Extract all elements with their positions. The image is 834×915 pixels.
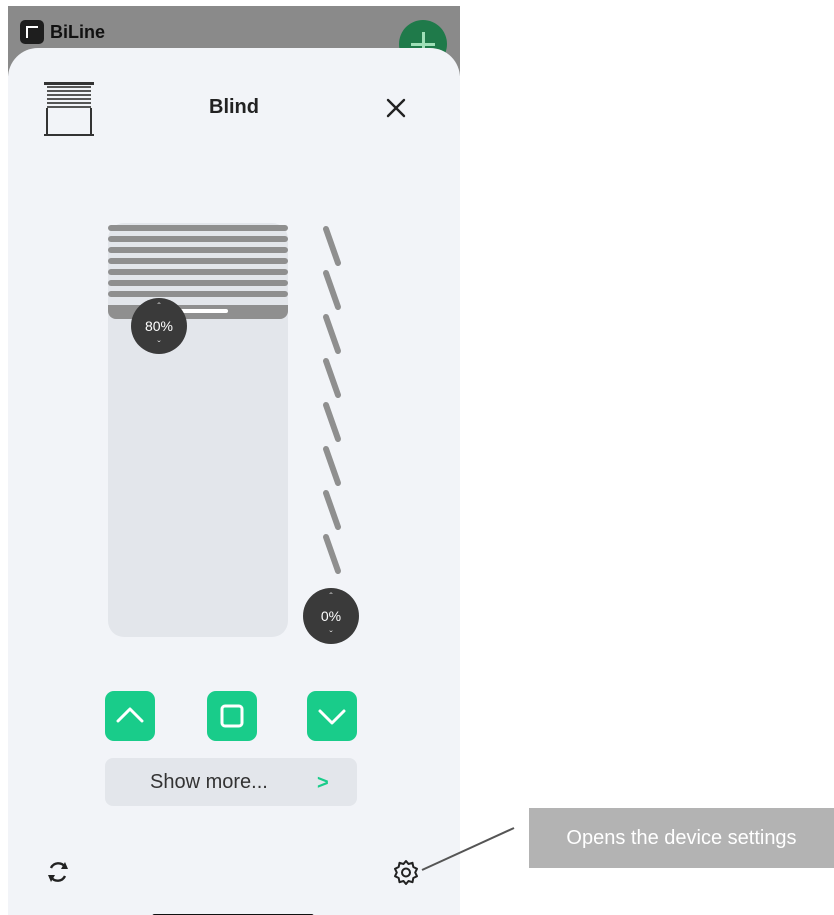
stop-button[interactable]	[207, 691, 257, 741]
refresh-icon[interactable]	[44, 858, 72, 886]
tilt-label: 0%	[320, 608, 342, 624]
show-more-button[interactable]: Show more... >	[105, 758, 357, 806]
position-knob[interactable]: ˆ 80% ˇ	[131, 298, 187, 354]
callout-settings-tooltip: Opens the device settings	[529, 808, 834, 868]
blind-handle-bar	[180, 309, 228, 313]
app-logo	[20, 20, 44, 44]
move-down-button[interactable]	[307, 691, 357, 741]
chevron-right-icon: >	[317, 772, 329, 794]
chevron-down-icon: ˇ	[157, 340, 161, 351]
tilt-knob[interactable]: ˆ 0% ˇ	[303, 588, 359, 644]
stop-icon	[220, 704, 244, 728]
move-up-button[interactable]	[105, 691, 155, 741]
callout-pointer	[421, 827, 515, 871]
chevron-up-icon	[116, 707, 144, 723]
chevron-down-icon: ˇ	[329, 630, 333, 641]
device-sheet: Blind ˆ 80% ˇ ˆ 0% ˇ Show more... >	[8, 48, 460, 915]
tilt-slider[interactable]	[308, 223, 358, 593]
app-title: BiLine	[50, 22, 106, 42]
show-more-label: Show more...	[150, 771, 268, 793]
chevron-up-icon: ˆ	[157, 302, 161, 313]
close-icon[interactable]	[382, 94, 410, 122]
blind-position-slider[interactable]	[108, 223, 288, 637]
gear-icon[interactable]	[391, 858, 421, 888]
chevron-up-icon: ˆ	[329, 592, 333, 603]
position-label: 80%	[144, 318, 174, 334]
phone-screen: BiLine Blind ˆ 80% ˇ ˆ 0% ˇ Show more...…	[8, 6, 460, 915]
chevron-down-icon	[318, 709, 346, 725]
